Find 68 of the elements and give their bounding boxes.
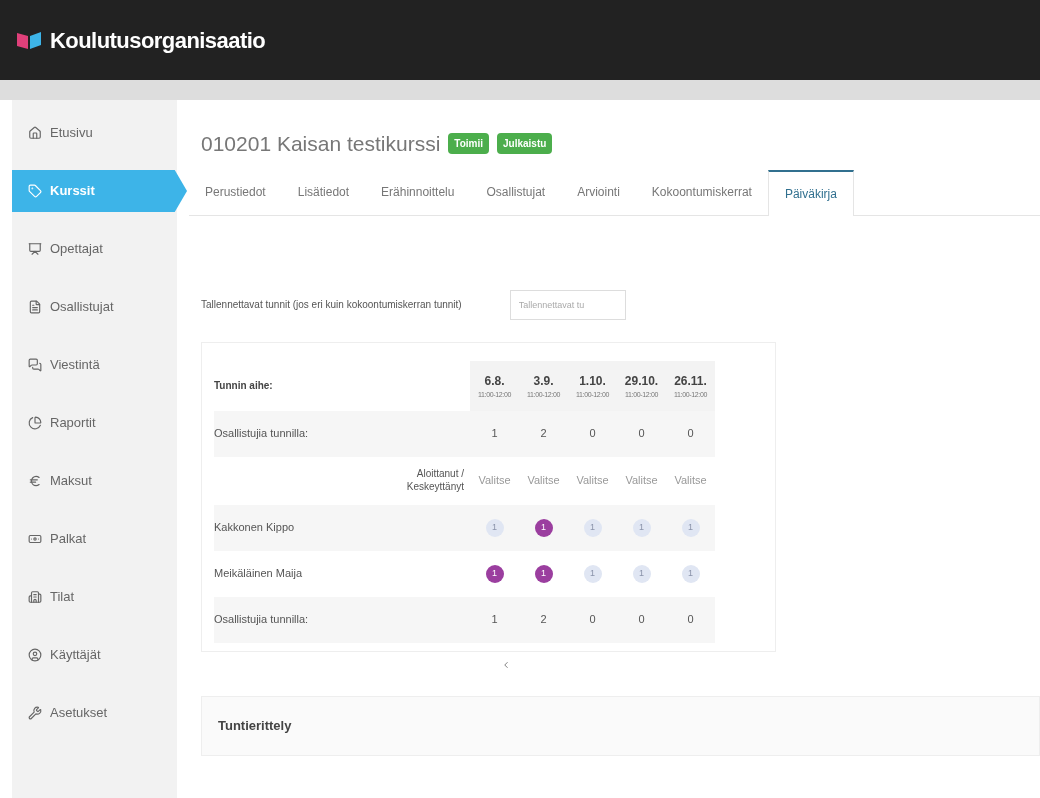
- count-cell-text: 2: [539, 426, 548, 442]
- status-label: Aloittanut / Keskeyttänyt: [405, 468, 465, 493]
- row-label: Osallistujia tunnilla:: [214, 426, 310, 442]
- count-cell-text: 1: [490, 612, 499, 628]
- tab[interactable]: Päiväkirja: [767, 169, 854, 216]
- sidebar-item[interactable]: Osallistujat: [12, 286, 177, 328]
- pie-chart-icon: [28, 416, 42, 430]
- wrench-icon: [28, 706, 42, 720]
- book-logo-icon: [16, 30, 42, 50]
- count-cell-text: 1: [490, 426, 499, 442]
- attendance-mark[interactable]: 1: [534, 518, 553, 537]
- count-cell-text: 0: [686, 426, 695, 442]
- banknote-icon: [28, 532, 42, 546]
- user-icon: [28, 648, 42, 662]
- tab[interactable]: Osallistujat: [470, 168, 562, 215]
- count-cell-text: 0: [637, 612, 646, 628]
- sidebar-item[interactable]: Maksut: [12, 460, 177, 502]
- panel-title: Tuntierittely: [218, 716, 292, 735]
- attendance-mark[interactable]: 1: [681, 564, 700, 583]
- select-link[interactable]: Valitse: [617, 472, 666, 489]
- euro-icon: [28, 474, 42, 488]
- count-cell-text: 0: [637, 426, 646, 442]
- sidebar-item[interactable]: Etusivu: [12, 112, 177, 154]
- attendance-mark[interactable]: 1: [485, 518, 504, 537]
- tab[interactable]: Kokoontumiskerrat: [635, 168, 768, 215]
- saved-hours-field[interactable]: Tallennettavat tu: [509, 289, 626, 320]
- sidebar-item[interactable]: Käyttäjät: [12, 634, 177, 676]
- presentation-icon: [28, 242, 42, 256]
- participant-name: Kakkonen Kippo: [214, 520, 296, 536]
- building-icon: [28, 590, 42, 604]
- home-icon: [28, 126, 42, 140]
- count-cell-text: 0: [686, 612, 695, 628]
- sidebar-item[interactable]: Raportit: [12, 402, 177, 444]
- sidebar-item[interactable]: Viestintä: [12, 344, 177, 386]
- tab[interactable]: Arviointi: [561, 168, 636, 215]
- row-label: Osallistujia tunnilla:: [214, 612, 310, 628]
- tab[interactable]: Lisätiedot: [281, 168, 366, 215]
- select-link[interactable]: Valitse: [519, 472, 568, 489]
- sidebar-item[interactable]: Palkat: [12, 518, 177, 560]
- count-cell-text: 2: [539, 612, 548, 628]
- topic-label: Tunnin aihe:: [214, 379, 274, 393]
- sidebar-item[interactable]: Tilat: [12, 576, 177, 618]
- attendance-mark[interactable]: 1: [632, 518, 651, 537]
- attendance-mark[interactable]: 1: [583, 518, 602, 537]
- select-link[interactable]: Valitse: [568, 472, 617, 489]
- attendance-mark[interactable]: 1: [534, 564, 553, 583]
- attendance-mark[interactable]: 1: [681, 518, 700, 537]
- count-cell-text: 0: [588, 426, 597, 442]
- status-badge: Toimii: [448, 133, 489, 155]
- tab[interactable]: Perustiedot: [189, 168, 282, 215]
- select-link[interactable]: Valitse: [666, 472, 715, 489]
- participant-name: Meikäläinen Maija: [214, 566, 304, 582]
- attendance-mark[interactable]: 1: [583, 564, 602, 583]
- chat-icon: [28, 358, 42, 372]
- select-link[interactable]: Valitse: [470, 472, 519, 489]
- status-badge: Julkaistu: [497, 133, 553, 155]
- sidebar-item[interactable]: Asetukset: [12, 692, 177, 734]
- sidebar-item[interactable]: Opettajat: [12, 228, 177, 270]
- tab[interactable]: Erähinnoittelu: [365, 168, 471, 215]
- course-title: 010201 Kaisan testikurssi: [201, 131, 441, 157]
- scroll-left-icon[interactable]: [501, 659, 511, 670]
- brand-name: Koulutusorganisaatio: [50, 26, 266, 55]
- saved-hours-label: Tallennettavat tunnit (jos eri kuin kokoontumiskerran tunnit): [201, 298, 462, 312]
- tag-icon: [28, 184, 42, 198]
- count-cell-text: 0: [588, 612, 597, 628]
- attendance-mark[interactable]: 1: [632, 564, 651, 583]
- document-icon: [28, 300, 42, 314]
- attendance-mark[interactable]: 1: [485, 564, 504, 583]
